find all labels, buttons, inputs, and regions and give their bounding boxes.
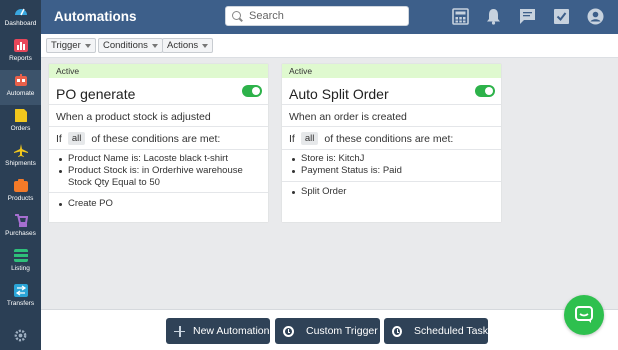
- status-badge: Active: [49, 64, 268, 78]
- list-item: Split Order: [289, 186, 346, 198]
- automation-card[interactable]: Active PO generate When a product stock …: [49, 64, 268, 222]
- clock-icon: [392, 325, 403, 337]
- divider: [49, 126, 268, 127]
- chevron-down-icon: [84, 43, 91, 48]
- page-title: Automations: [54, 9, 137, 24]
- sidebar-item-label: Automate: [6, 90, 35, 97]
- bottom-toolbar: New Automation Custom Trigger Scheduled …: [41, 309, 618, 350]
- enable-toggle[interactable]: [475, 85, 495, 97]
- list-item: Create PO: [56, 198, 113, 210]
- sidebar-item-label: Reports: [9, 55, 32, 62]
- filter-label: Actions: [167, 40, 199, 51]
- divider: [282, 126, 501, 127]
- sidebar-item-label: Orders: [10, 125, 31, 132]
- sidebar-item-listing[interactable]: Listing: [0, 245, 41, 280]
- purchases-icon: [14, 214, 28, 227]
- products-icon: [13, 179, 28, 192]
- settings-button[interactable]: [11, 326, 29, 344]
- sidebar-item-label: Shipments: [5, 160, 36, 167]
- actions-list: Split Order: [289, 186, 346, 198]
- sidebar-item-label: Purchases: [5, 230, 36, 237]
- chat-icon[interactable]: [519, 8, 536, 25]
- search-icon: [232, 10, 243, 22]
- filter-label: Conditions: [103, 40, 148, 51]
- condition-prefix: If: [289, 132, 295, 145]
- calculator-icon[interactable]: [452, 8, 469, 25]
- divider: [282, 149, 501, 150]
- filter-conditions-dropdown[interactable]: Conditions: [98, 38, 163, 53]
- filter-bar: Trigger Conditions Actions: [41, 34, 618, 58]
- orders-icon: [14, 109, 27, 122]
- plus-icon: [174, 325, 185, 337]
- search-input[interactable]: [249, 10, 399, 22]
- sidebar-item-transfers[interactable]: Transfers: [0, 280, 41, 315]
- automation-title: PO generate: [56, 86, 136, 102]
- filter-label: Trigger: [51, 40, 81, 51]
- condition-header: If all of these conditions are met:: [56, 132, 220, 145]
- filter-trigger-dropdown[interactable]: Trigger: [46, 38, 96, 53]
- divider: [282, 181, 501, 182]
- airplane-icon: [13, 144, 28, 157]
- listing-icon: [13, 249, 28, 262]
- condition-suffix: of these conditions are met:: [91, 132, 221, 145]
- support-chat-button[interactable]: [564, 295, 604, 335]
- scheduled-task-button[interactable]: Scheduled Task: [384, 318, 488, 344]
- button-label: New Automation: [193, 325, 270, 337]
- chevron-down-icon: [151, 43, 158, 48]
- gear-icon: [14, 329, 26, 341]
- conditions-list: Product Name is: Lacoste black t-shirt P…: [56, 153, 246, 189]
- button-label: Custom Trigger: [306, 325, 378, 337]
- list-item: Product Name is: Lacoste black t-shirt: [56, 153, 246, 165]
- sidebar-item-label: Listing: [11, 265, 30, 272]
- trigger-text: When a product stock is adjusted: [56, 111, 211, 123]
- sidebar-item-products[interactable]: Products: [0, 175, 41, 210]
- sidebar-item-automate[interactable]: Automate: [0, 70, 41, 105]
- sidebar-item-label: Dashboard: [4, 20, 37, 27]
- dashboard-icon: [14, 8, 27, 16]
- enable-toggle[interactable]: [242, 85, 262, 97]
- bell-icon[interactable]: [485, 8, 502, 25]
- condition-match-chip: all: [67, 132, 86, 145]
- sidebar: Dashboard Reports Automate Orders Shipme…: [0, 0, 41, 350]
- chevron-down-icon: [202, 43, 209, 48]
- status-badge: Active: [282, 64, 501, 78]
- sidebar-item-label: Transfers: [6, 300, 35, 307]
- condition-prefix: If: [56, 132, 62, 145]
- divider: [49, 149, 268, 150]
- custom-trigger-button[interactable]: Custom Trigger: [275, 318, 380, 344]
- conditions-list: Store is: KitchJ Payment Status is: Paid: [289, 153, 402, 177]
- clock-icon: [283, 325, 294, 337]
- top-header: Automations: [41, 0, 618, 34]
- divider: [49, 192, 268, 193]
- list-item: Store is: KitchJ: [289, 153, 402, 165]
- user-icon[interactable]: [587, 8, 604, 25]
- transfers-icon: [13, 284, 28, 297]
- trigger-text: When an order is created: [289, 111, 407, 123]
- divider: [49, 104, 268, 105]
- sidebar-item-orders[interactable]: Orders: [0, 105, 41, 140]
- condition-match-chip: all: [300, 132, 319, 145]
- list-item: Product Stock is: in Orderhive warehouse…: [56, 165, 246, 189]
- sidebar-item-shipments[interactable]: Shipments: [0, 140, 41, 175]
- button-label: Scheduled Task: [414, 325, 488, 337]
- condition-header: If all of these conditions are met:: [289, 132, 453, 145]
- sidebar-item-purchases[interactable]: Purchases: [0, 210, 41, 245]
- checkbox-icon[interactable]: [553, 8, 570, 25]
- sidebar-item-dashboard[interactable]: Dashboard: [0, 0, 41, 35]
- actions-list: Create PO: [56, 198, 113, 210]
- sidebar-item-label: Products: [7, 195, 34, 202]
- condition-suffix: of these conditions are met:: [324, 132, 454, 145]
- list-item: Payment Status is: Paid: [289, 165, 402, 177]
- reports-icon: [13, 39, 28, 52]
- automation-card[interactable]: Active Auto Split Order When an order is…: [282, 64, 501, 222]
- filter-actions-dropdown[interactable]: Actions: [162, 38, 214, 53]
- chat-bubble-icon: [575, 306, 593, 323]
- robot-icon: [14, 74, 27, 86]
- sidebar-item-reports[interactable]: Reports: [0, 35, 41, 70]
- search-box[interactable]: [225, 6, 409, 26]
- automation-title: Auto Split Order: [289, 86, 389, 102]
- divider: [282, 104, 501, 105]
- new-automation-button[interactable]: New Automation: [166, 318, 270, 344]
